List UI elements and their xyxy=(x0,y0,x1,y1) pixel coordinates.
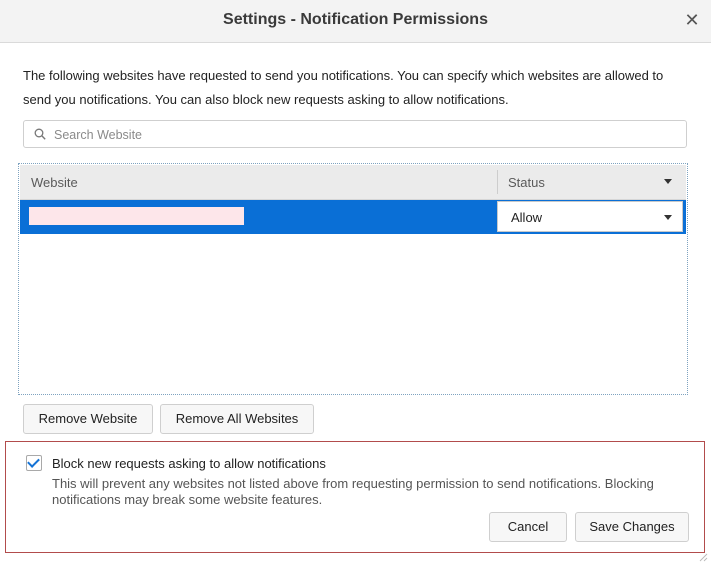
notification-permissions-dialog: Settings - Notification Permissions ✕ Th… xyxy=(0,0,711,565)
save-changes-button[interactable]: Save Changes xyxy=(575,512,689,542)
block-requests-checkbox[interactable] xyxy=(26,455,42,471)
column-header-status[interactable]: Status xyxy=(508,175,545,190)
remove-website-button[interactable]: Remove Website xyxy=(23,404,153,434)
column-divider xyxy=(497,170,498,194)
dialog-title: Settings - Notification Permissions xyxy=(223,11,488,28)
search-icon xyxy=(34,128,46,140)
table-header: Website Status xyxy=(20,165,686,200)
redacted-website-name xyxy=(29,207,244,225)
close-icon[interactable]: ✕ xyxy=(681,9,703,31)
sort-arrow-icon[interactable] xyxy=(664,179,672,184)
checkmark-icon xyxy=(27,455,40,468)
search-input[interactable] xyxy=(52,125,676,145)
websites-table: Website Status Allow xyxy=(18,163,688,395)
cancel-button[interactable]: Cancel xyxy=(489,512,567,542)
column-header-website[interactable]: Website xyxy=(31,175,78,190)
remove-all-websites-button[interactable]: Remove All Websites xyxy=(160,404,314,434)
block-requests-label[interactable]: Block new requests asking to allow notif… xyxy=(52,456,326,471)
resize-grip-icon[interactable] xyxy=(698,552,708,562)
block-requests-description: This will prevent any websites not liste… xyxy=(52,476,654,507)
chevron-down-icon xyxy=(664,215,672,220)
dialog-titlebar: Settings - Notification Permissions ✕ xyxy=(0,0,711,43)
block-requests-section: Block new requests asking to allow notif… xyxy=(5,441,705,553)
search-field[interactable] xyxy=(23,120,687,148)
description-text: The following websites have requested to… xyxy=(23,68,664,107)
status-select-value: Allow xyxy=(511,210,543,225)
status-select[interactable]: Allow xyxy=(497,201,683,232)
table-row[interactable]: Allow xyxy=(20,200,686,234)
